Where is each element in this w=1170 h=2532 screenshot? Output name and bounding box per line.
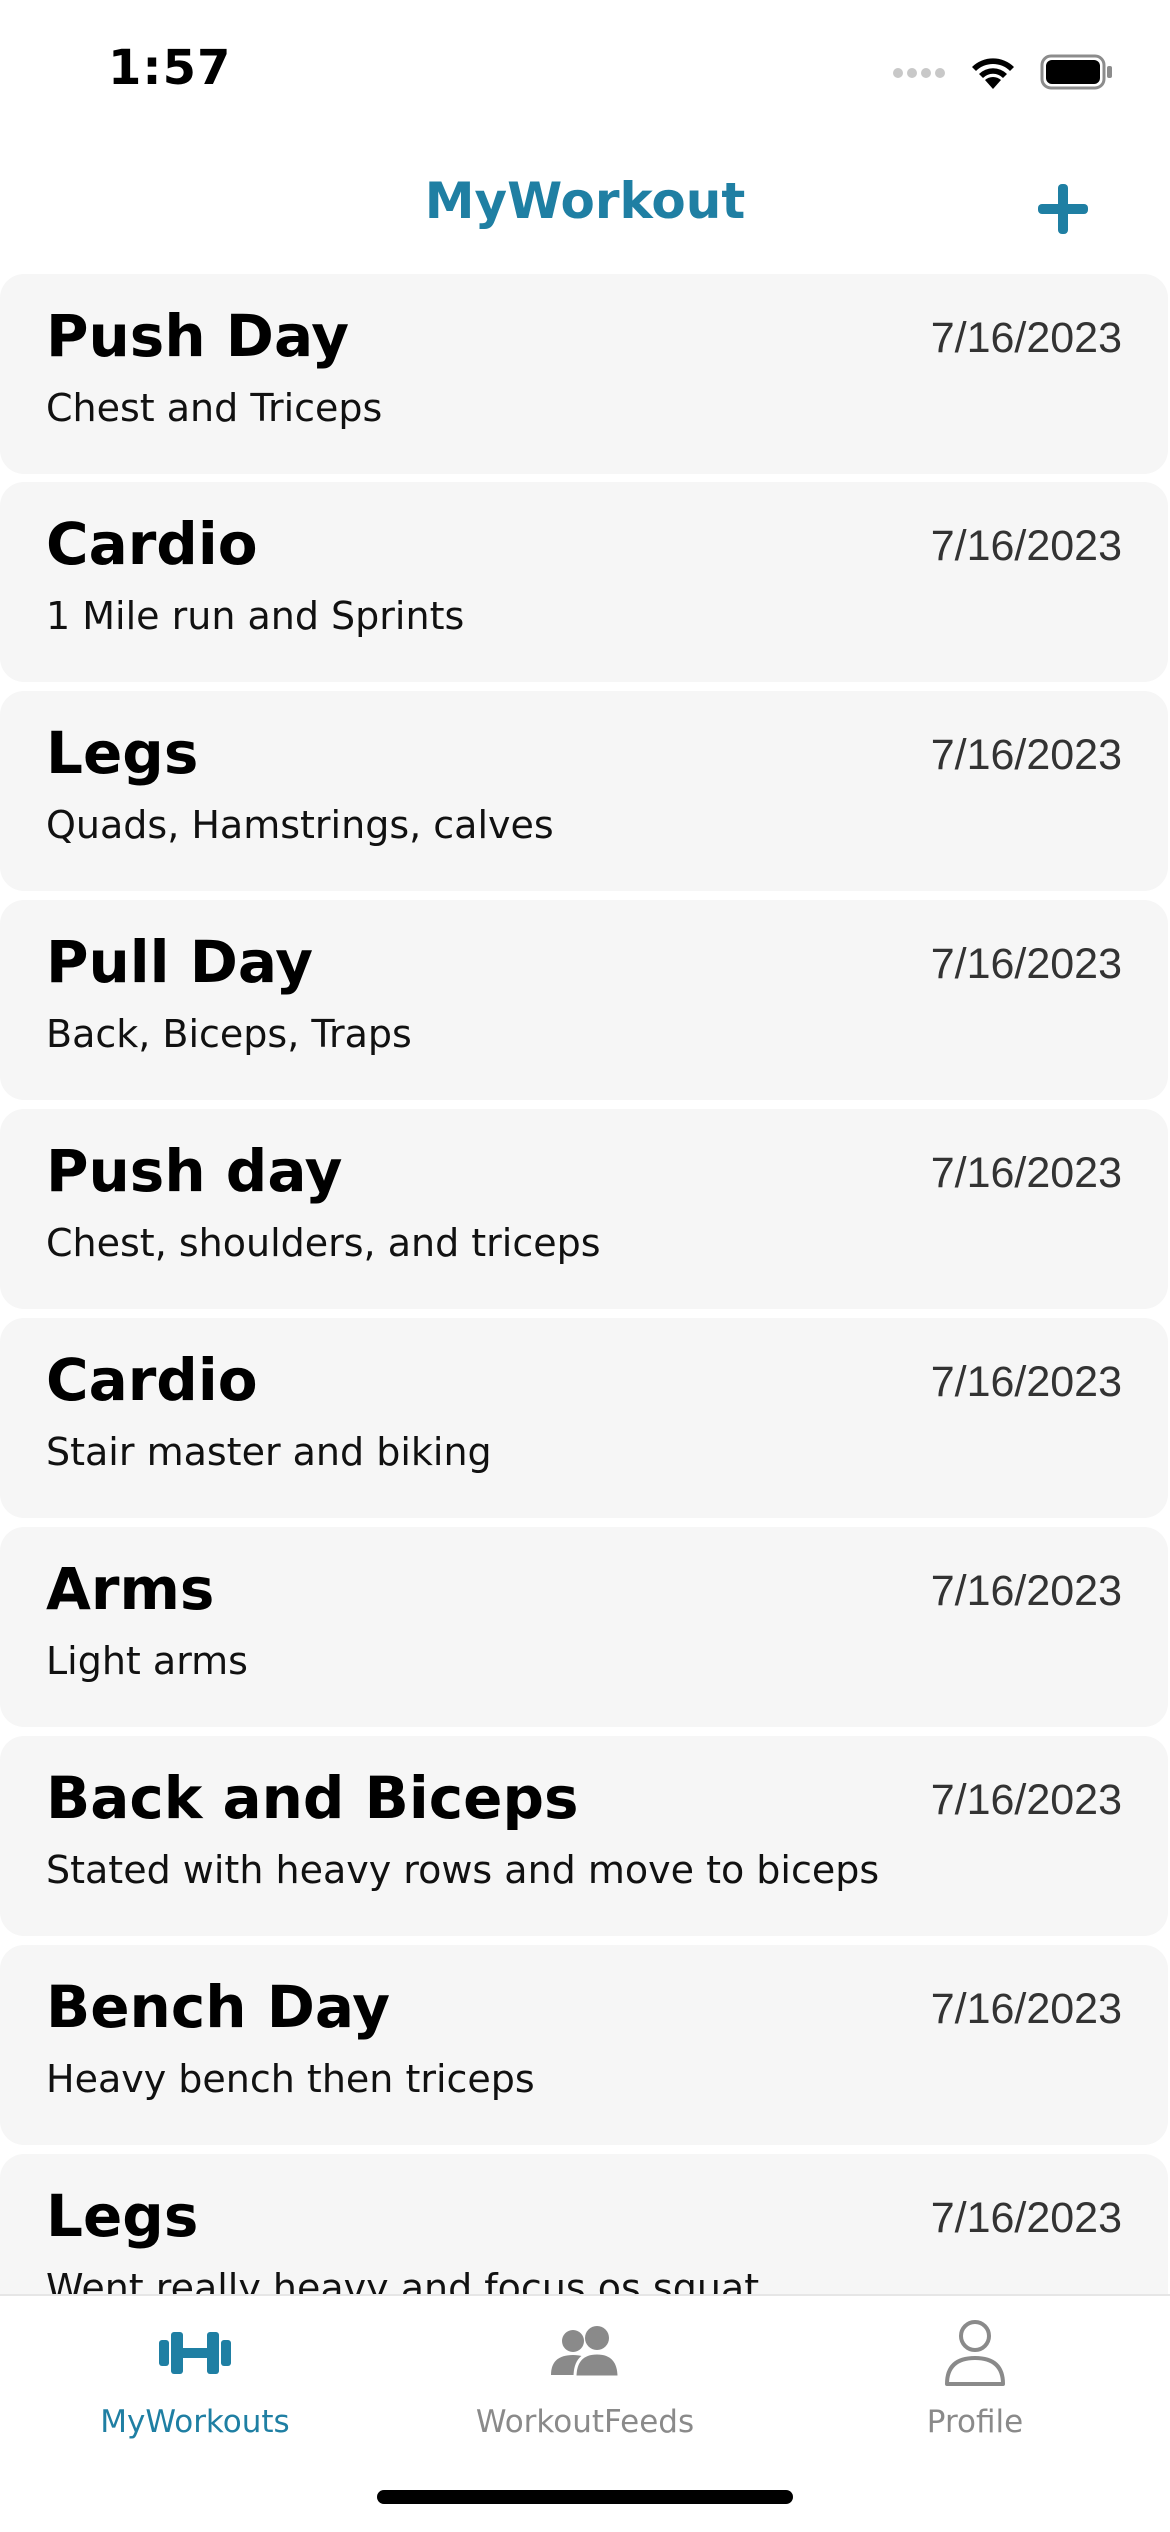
workout-date: 7/16/2023 — [930, 1358, 1122, 1406]
list-item[interactable]: Cardio Stair master and biking 7/16/2023 — [0, 1318, 1168, 1518]
dumbbell-icon — [155, 2318, 235, 2388]
workout-description: Went really heavy and focus os squat — [46, 2266, 760, 2296]
workout-name: Arms — [46, 1555, 215, 1623]
workout-name: Bench Day — [46, 1973, 391, 2041]
workout-description: Heavy bench then triceps — [46, 2057, 535, 2101]
tab-label: WorkoutFeeds — [475, 2404, 695, 2440]
workout-description: Stated with heavy rows and move to bicep… — [46, 1848, 880, 1892]
add-workout-button[interactable] — [1036, 182, 1090, 236]
workout-description: Light arms — [46, 1639, 248, 1683]
workout-date: 7/16/2023 — [930, 1149, 1122, 1197]
person-icon — [935, 2318, 1015, 2388]
workout-name: Push Day — [46, 302, 350, 370]
workout-date: 7/16/2023 — [930, 314, 1122, 362]
home-indicator — [377, 2490, 793, 2504]
list-item[interactable]: Push Day Chest and Triceps 7/16/2023 — [0, 274, 1168, 474]
workout-description: Chest and Triceps — [46, 386, 383, 430]
workout-description: Chest, shoulders, and triceps — [46, 1221, 601, 1265]
list-item[interactable]: Bench Day Heavy bench then triceps 7/16/… — [0, 1945, 1168, 2145]
workout-name: Cardio — [46, 1346, 258, 1414]
workout-date: 7/16/2023 — [930, 1776, 1122, 1824]
workout-name: Cardio — [46, 510, 258, 578]
people-icon — [545, 2318, 625, 2388]
workout-date: 7/16/2023 — [930, 522, 1122, 570]
list-item[interactable]: Cardio 1 Mile run and Sprints 7/16/2023 — [0, 482, 1168, 682]
workout-name: Legs — [46, 719, 199, 787]
workout-date: 7/16/2023 — [930, 731, 1122, 779]
nav-bar: MyWorkout — [0, 140, 1170, 274]
list-item[interactable]: Arms Light arms 7/16/2023 — [0, 1527, 1168, 1727]
tab-label: Profile — [926, 2404, 1024, 2440]
status-time: 1:57 — [108, 40, 232, 96]
list-item[interactable]: Pull Day Back, Biceps, Traps 7/16/2023 — [0, 900, 1168, 1100]
workout-date: 7/16/2023 — [930, 1567, 1122, 1615]
status-bar: 1:57 — [0, 0, 1170, 140]
workout-date: 7/16/2023 — [930, 940, 1122, 988]
workout-list[interactable]: Push Day Chest and Triceps 7/16/2023 Car… — [0, 274, 1170, 2296]
battery-icon — [1040, 54, 1114, 94]
workout-name: Pull Day — [46, 928, 314, 996]
workout-description: Quads, Hamstrings, calves — [46, 803, 554, 847]
workout-date: 7/16/2023 — [930, 2194, 1122, 2242]
workout-name: Legs — [46, 2182, 199, 2250]
workout-name: Back and Biceps — [46, 1764, 579, 1832]
list-item[interactable]: Push day Chest, shoulders, and triceps 7… — [0, 1109, 1168, 1309]
plus-icon — [1038, 184, 1088, 234]
tab-workoutfeeds[interactable]: WorkoutFeeds — [390, 2296, 780, 2456]
page-title: MyWorkout — [424, 172, 746, 230]
list-item[interactable]: Legs Went really heavy and focus os squa… — [0, 2154, 1168, 2296]
status-icons — [892, 52, 1114, 96]
wifi-icon — [968, 53, 1018, 95]
workout-name: Push day — [46, 1137, 343, 1205]
workout-date: 7/16/2023 — [930, 1985, 1122, 2033]
list-item[interactable]: Back and Biceps Stated with heavy rows a… — [0, 1736, 1168, 1936]
tab-profile[interactable]: Profile — [780, 2296, 1170, 2456]
tab-label: MyWorkouts — [100, 2404, 290, 2440]
workout-description: 1 Mile run and Sprints — [46, 594, 465, 638]
workout-description: Back, Biceps, Traps — [46, 1012, 412, 1056]
workout-description: Stair master and biking — [46, 1430, 492, 1474]
cellular-icon — [892, 65, 946, 84]
list-item[interactable]: Legs Quads, Hamstrings, calves 7/16/2023 — [0, 691, 1168, 891]
tab-myworkouts[interactable]: MyWorkouts — [0, 2296, 390, 2456]
